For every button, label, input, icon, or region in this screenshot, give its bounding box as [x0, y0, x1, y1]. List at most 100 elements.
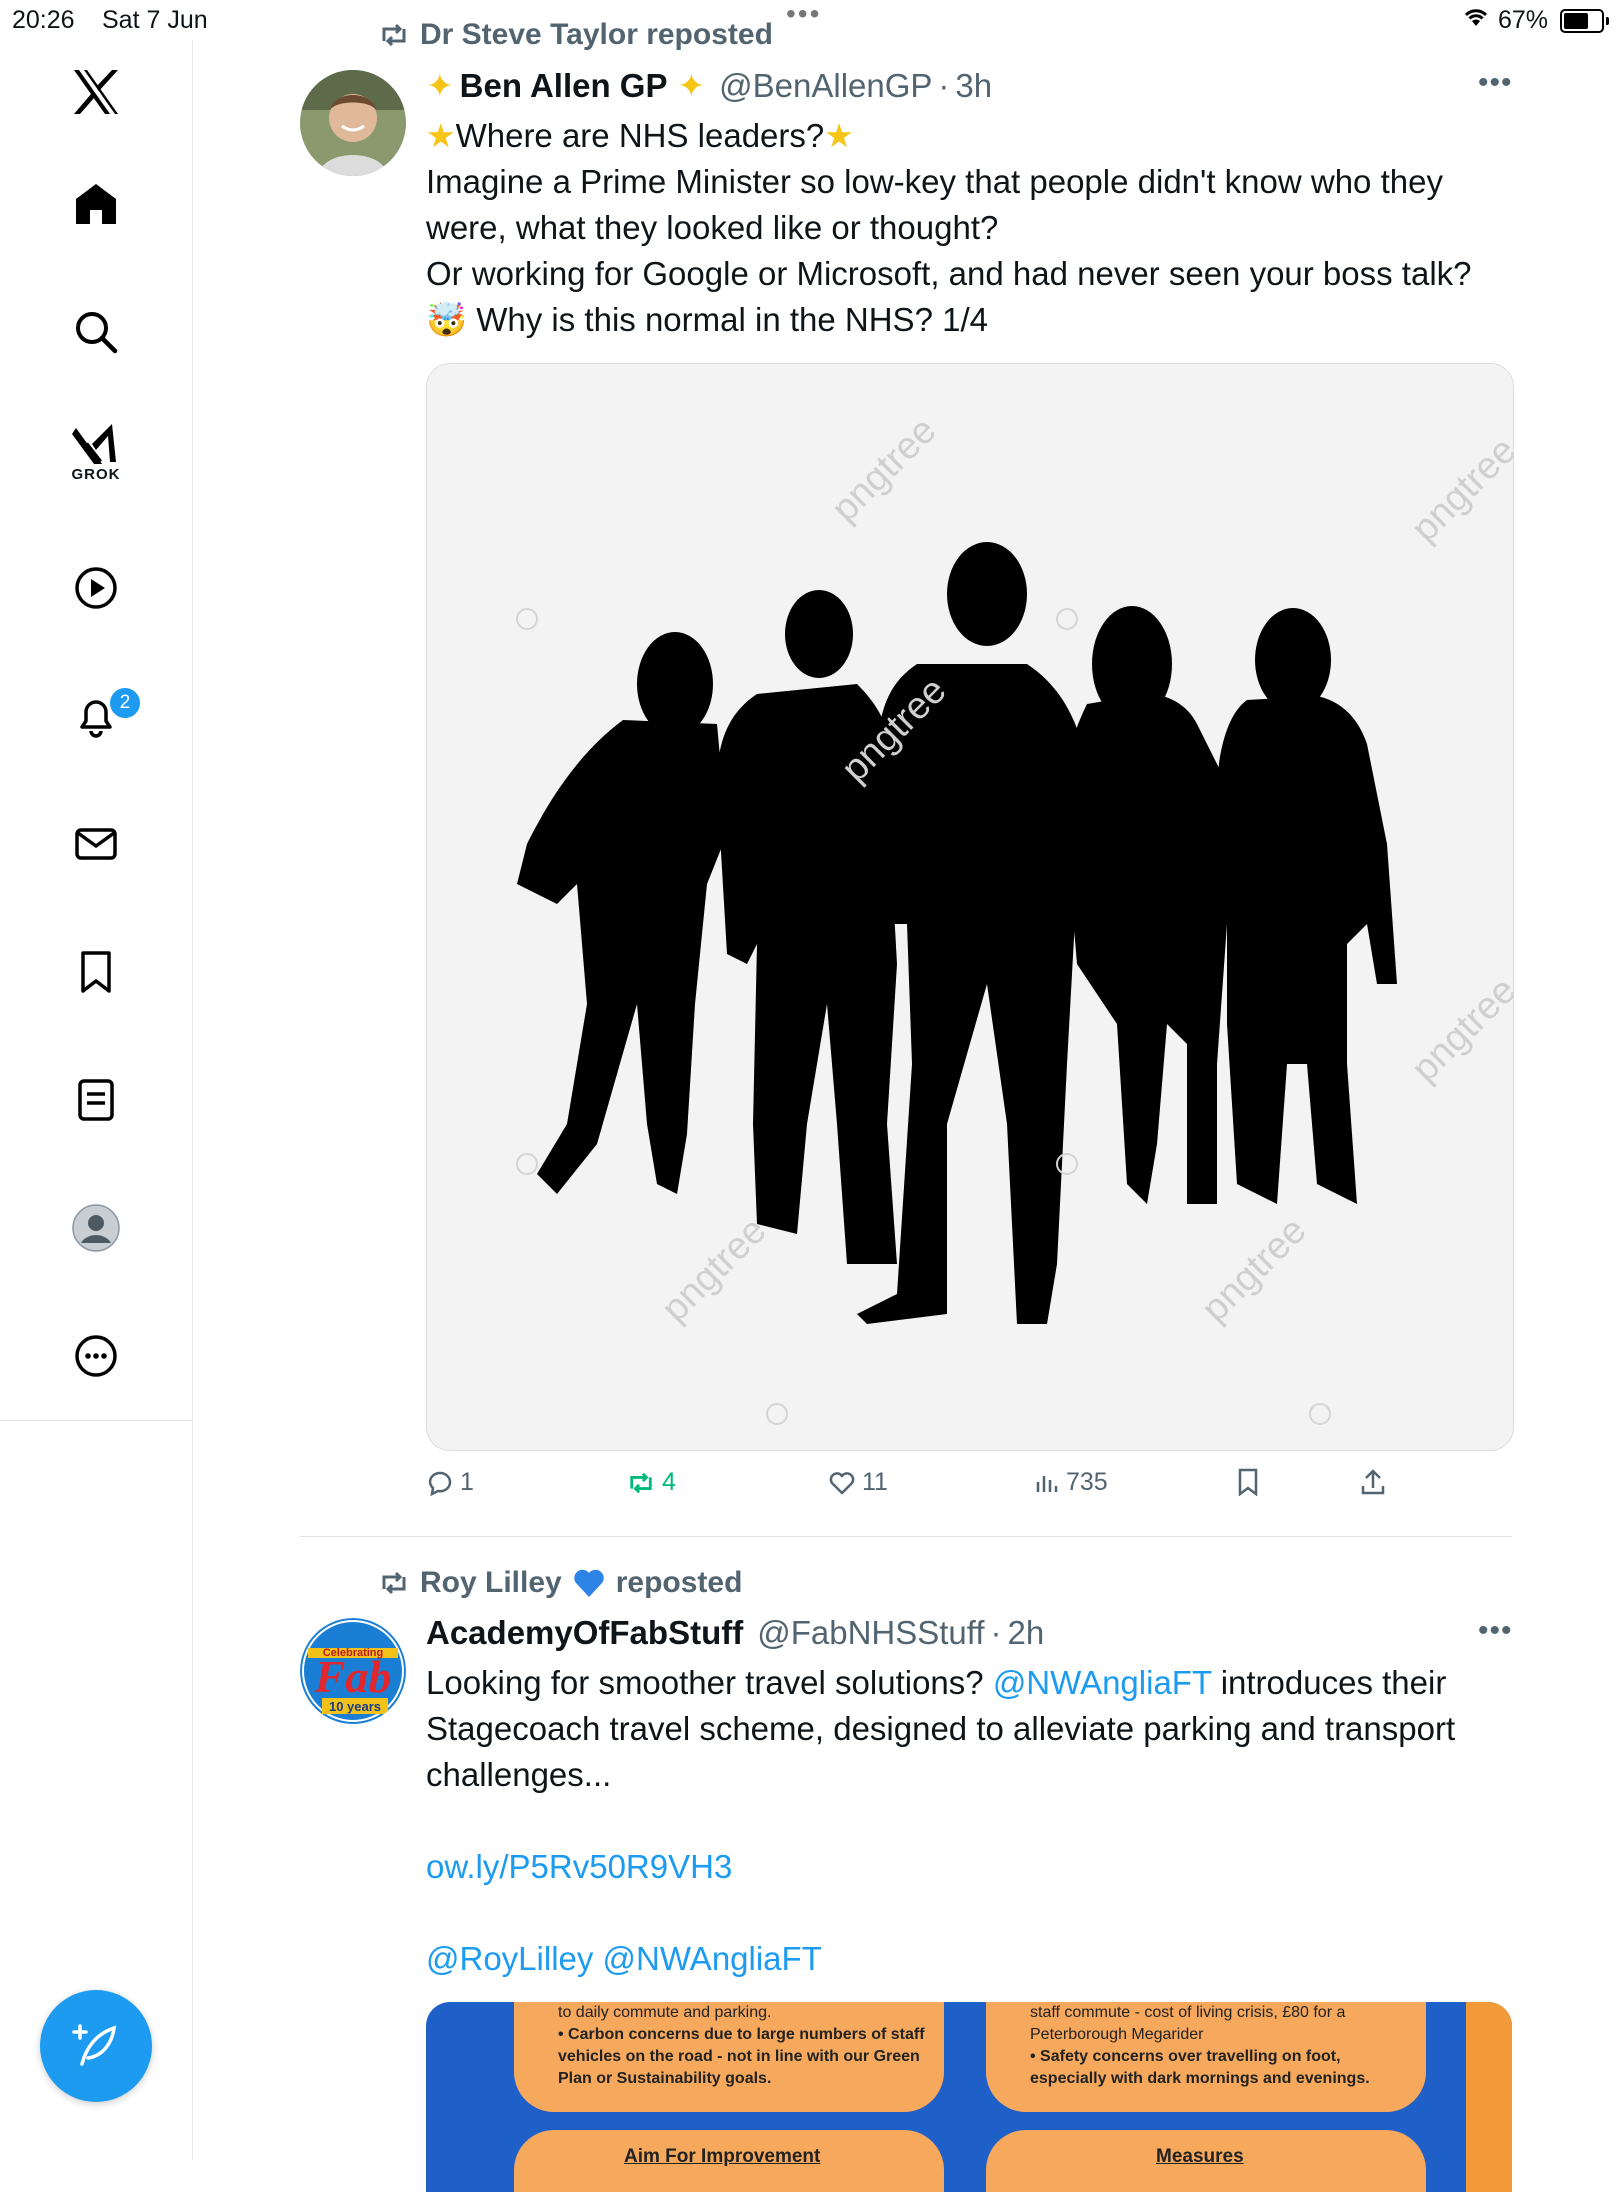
tweet-actions: 1 4 11 735	[426, 1468, 1426, 1508]
tweet-line-text: Imagine a Prime Minister so low-key that…	[426, 163, 1443, 246]
repost-context[interactable]: Roy Lilley reposted	[378, 1566, 742, 1600]
status-bar: 20:26 Sat 7 Jun ••• 67%	[0, 0, 1620, 40]
compose-post-button[interactable]	[40, 1990, 152, 2102]
tweet-line-text: Or working for Google or Microsoft, and …	[426, 255, 1472, 292]
heart-icon	[829, 1471, 855, 1494]
bookmark-icon	[1238, 1468, 1258, 1496]
author-name[interactable]: AcademyOfFabStuff	[426, 1614, 743, 1652]
image-text: staff commute - cost of living crisis, £…	[1030, 2004, 1346, 2021]
battery-nub	[1606, 17, 1609, 25]
views-chart-icon	[1036, 1475, 1058, 1492]
home-icon[interactable]	[56, 164, 136, 244]
avatar-text-bottom: 10 years	[329, 1699, 381, 1714]
compose-feather-icon	[72, 2024, 117, 2066]
reply-icon	[428, 1471, 452, 1496]
bookmark-button[interactable]	[1236, 1468, 1260, 1496]
url-link[interactable]: ow.ly/P5Rv50R9VH3	[426, 1844, 1516, 1890]
wifi-icon	[1462, 6, 1490, 35]
tweet-image[interactable]: pngtree pngtree pngtree pngtree pngtree …	[426, 363, 1514, 1451]
image-edge-decoration	[1466, 2002, 1512, 2192]
mentions-line[interactable]: @RoyLilley @NWAngliaFT	[426, 1936, 1516, 1982]
multitask-dots-icon[interactable]: •••	[786, 0, 821, 30]
star-emoji-icon: ★	[824, 117, 854, 154]
image-text: especially with dark mornings and evenin…	[1030, 2070, 1370, 2087]
tweet-header: ✦ Ben Allen GP ✦ @BenAllenGP · 3h	[426, 66, 992, 105]
image-heading: Aim For Improvement	[624, 2146, 821, 2167]
mail-icon[interactable]	[56, 804, 136, 884]
image-text: Plan or Sustainability goals.	[558, 2070, 772, 2087]
x-logo-icon[interactable]	[56, 52, 136, 132]
share-icon	[1361, 1469, 1385, 1495]
repost-button[interactable]: 4	[626, 1468, 676, 1497]
lists-icon[interactable]	[56, 1060, 136, 1140]
repost-count: 4	[662, 1468, 676, 1496]
image-text: • Safety concerns over travelling on foo…	[1030, 2048, 1341, 2065]
battery-level	[1564, 13, 1588, 29]
separator-dot: ·	[990, 1614, 1002, 1651]
blue-heart-emoji-icon	[574, 1569, 604, 1597]
mention-link[interactable]: @NWAngliaFT	[993, 1664, 1212, 1701]
image-heading: Measures	[1156, 2146, 1244, 2167]
tweet-text: ★Where are NHS leaders?★ Imagine a Prime…	[426, 113, 1516, 343]
more-options-icon[interactable]	[56, 1316, 136, 1396]
silhouettes-image: pngtree pngtree pngtree pngtree pngtree …	[427, 364, 1513, 1450]
sparkle-emoji-icon: ✦	[677, 67, 706, 104]
notification-badge: 2	[108, 686, 142, 720]
exploding-head-emoji-icon: 🤯	[426, 301, 468, 338]
tweet-text-part: Looking for smoother travel solutions?	[426, 1664, 984, 1701]
like-count: 11	[862, 1468, 888, 1496]
grok-icon[interactable]: GROK	[56, 412, 136, 492]
tweet-time[interactable]: 2h	[1008, 1614, 1045, 1652]
reply-count: 1	[460, 1468, 474, 1496]
grok-label: GROK	[71, 465, 121, 483]
avatar-text-mid: Fab	[314, 1651, 392, 1702]
repost-context-name: Roy Lilley	[420, 1566, 562, 1599]
battery-percent: 67%	[1498, 6, 1549, 34]
video-icon[interactable]	[56, 548, 136, 628]
search-icon[interactable]	[56, 292, 136, 372]
avatar[interactable]	[300, 70, 406, 176]
share-button[interactable]	[1360, 1468, 1386, 1496]
tweet-image[interactable]: to daily commute and parking. • Carbon c…	[426, 2002, 1512, 2192]
author-handle[interactable]: @BenAllenGP	[719, 67, 932, 105]
repost-context[interactable]: Dr Steve Taylor reposted	[378, 18, 773, 52]
repost-context-suffix: reposted	[615, 1566, 743, 1599]
tweet-text: Looking for smoother travel solutions? @…	[426, 1660, 1516, 1982]
like-button[interactable]: 11	[828, 1468, 888, 1497]
image-text: • Carbon concerns due to large numbers o…	[558, 2026, 925, 2043]
star-emoji-icon: ★	[426, 117, 456, 154]
tweet-paragraph: Looking for smoother travel solutions? @…	[426, 1660, 1516, 1798]
tweet-line-text: Why is this normal in the NHS? 1/4	[476, 301, 988, 338]
image-text: to daily commute and parking.	[558, 2004, 772, 2021]
views-button[interactable]: 735	[1034, 1468, 1108, 1497]
reply-button[interactable]: 1	[426, 1468, 474, 1497]
tweet-more-icon[interactable]: •••	[1478, 1614, 1513, 1648]
status-date: Sat 7 Jun	[102, 6, 208, 34]
status-time: 20:26	[12, 6, 75, 34]
tweet-more-icon[interactable]: •••	[1478, 66, 1513, 100]
repost-context-text: Dr Steve Taylor reposted	[420, 18, 773, 51]
separator-dot: ·	[938, 66, 950, 104]
sidebar-divider	[0, 1420, 192, 1421]
repost-icon	[382, 1571, 406, 1595]
tweet-line: 🤯 Why is this normal in the NHS? 1/4	[426, 297, 1516, 343]
tweet-divider	[300, 1536, 1512, 1537]
tweet-header: AcademyOfFabStuff @FabNHSStuff · 2h	[426, 1614, 1044, 1652]
tweet-line-text: Where are NHS leaders?	[455, 117, 825, 154]
author-name[interactable]: Ben Allen GP	[460, 67, 668, 105]
avatar[interactable]: Celebrating Fab 10 years	[300, 1618, 406, 1724]
image-text: Peterborough Megarider	[1030, 2026, 1204, 2043]
views-count: 735	[1066, 1468, 1108, 1496]
image-text: vehicles on the road - not in line with …	[558, 2048, 920, 2065]
battery-icon	[1560, 9, 1609, 33]
bookmark-icon[interactable]	[56, 932, 136, 1012]
author-handle[interactable]: @FabNHSStuff	[757, 1614, 984, 1652]
tweet-time[interactable]: 3h	[955, 67, 992, 105]
repost-icon	[630, 1472, 652, 1493]
sparkle-emoji-icon: ✦	[426, 67, 454, 104]
repost-icon	[382, 23, 406, 47]
profile-avatar-icon[interactable]	[56, 1188, 136, 1268]
tweet-line: ★Where are NHS leaders?★	[426, 113, 1516, 159]
